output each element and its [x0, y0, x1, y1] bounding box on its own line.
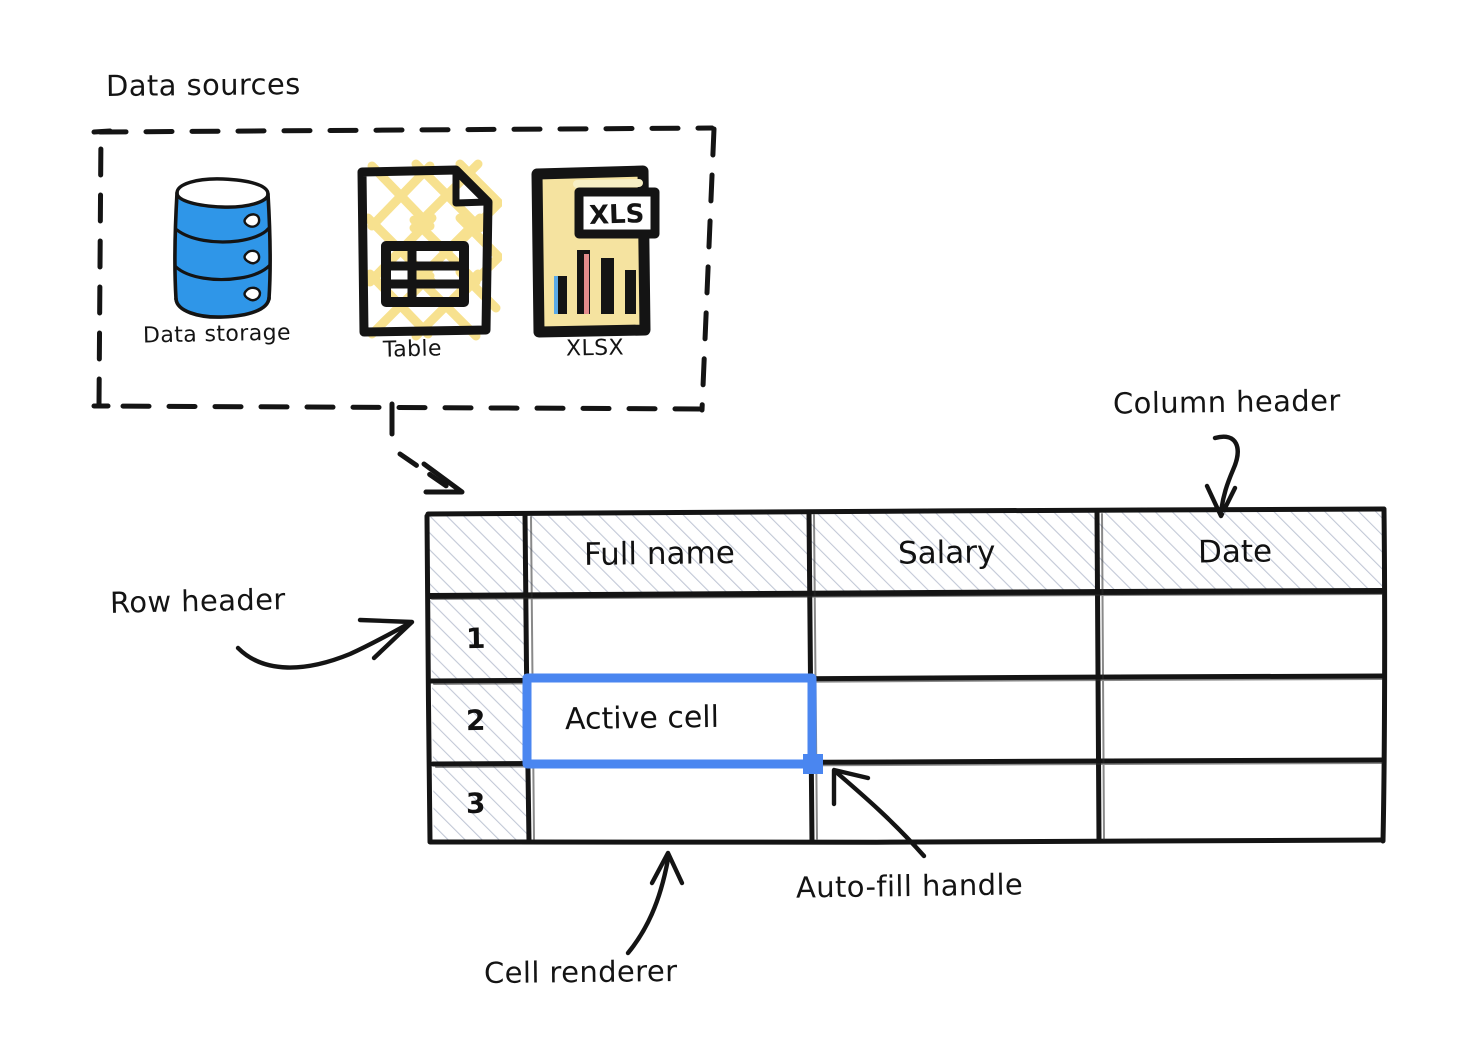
row-header-arrow-icon: [235, 617, 415, 670]
auto-fill-handle[interactable]: [803, 754, 823, 774]
row-header-text-1[interactable]: 1: [466, 622, 486, 655]
active-cell-text[interactable]: Active cell: [565, 700, 719, 737]
diagram-canvas: Data sources Data storage Table XLS XLSX…: [0, 0, 1480, 1060]
column-header-label: Column header: [1112, 383, 1341, 421]
column-header-text-date[interactable]: Date: [1198, 534, 1273, 571]
row-header-text-2[interactable]: 2: [466, 704, 486, 737]
data-storage-label: Data storage: [142, 320, 292, 349]
table-label: Table: [382, 336, 443, 363]
data-sources-title: Data sources: [105, 66, 301, 104]
table-document-icon: [357, 159, 502, 341]
column-header-text-full-name[interactable]: Full name: [584, 535, 735, 573]
svg-text:XLS: XLS: [589, 199, 645, 231]
column-header-text-salary[interactable]: Salary: [898, 534, 996, 571]
auto-fill-handle-label: Auto-fill handle: [795, 867, 1024, 905]
spreadsheet-table: Full name Salary Date 1 2 3 Active cell: [408, 495, 1408, 865]
database-cylinder-icon: [173, 177, 272, 319]
corner-header-cell: [428, 513, 526, 597]
xlsx-label: XLSX: [565, 335, 625, 362]
xlsx-file-icon: XLS: [531, 165, 660, 338]
row-header-text-3[interactable]: 3: [466, 787, 486, 820]
